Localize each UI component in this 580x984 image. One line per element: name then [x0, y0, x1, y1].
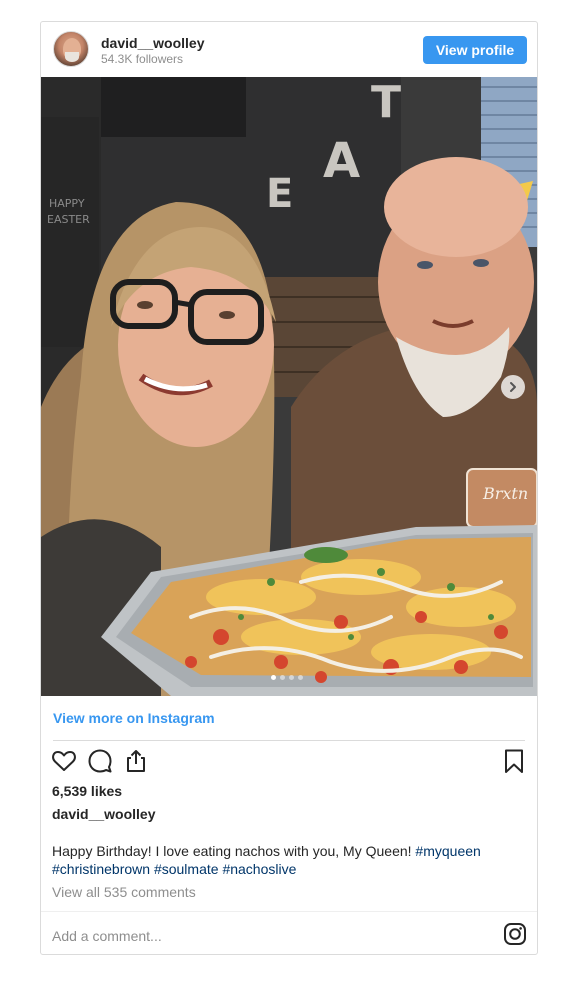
caption-text: Happy Birthday! I love eating nachos wit…: [52, 843, 416, 859]
divider: [53, 740, 525, 741]
username[interactable]: david__woolley: [101, 35, 204, 51]
heart-icon[interactable]: [51, 748, 77, 774]
action-bar: [49, 748, 529, 776]
view-profile-button[interactable]: View profile: [423, 36, 527, 64]
photo-image: E A T HAPPY EASTER Brxtn: [41, 77, 537, 696]
svg-text:Brxtn: Brxtn: [482, 484, 528, 503]
svg-text:T: T: [371, 77, 401, 128]
carousel-dot: [289, 675, 294, 680]
view-comments-link[interactable]: View all 535 comments: [52, 884, 196, 900]
hashtag-link[interactable]: #christinebrown: [52, 861, 150, 877]
next-photo-button[interactable]: [501, 375, 525, 399]
divider: [41, 911, 537, 912]
carousel-dot: [271, 675, 276, 680]
carousel-dot: [298, 675, 303, 680]
svg-text:HAPPY: HAPPY: [49, 197, 85, 210]
followers-count: 54.3K followers: [101, 52, 184, 66]
carousel-dots: [271, 675, 303, 680]
view-more-link[interactable]: View more on Instagram: [53, 710, 215, 726]
svg-text:EASTER: EASTER: [47, 213, 90, 226]
add-comment-input[interactable]: Add a comment...: [52, 928, 162, 944]
post-header: david__woolley 54.3K followers View prof…: [41, 22, 537, 77]
post-photo[interactable]: E A T HAPPY EASTER Brxtn: [41, 77, 537, 696]
avatar[interactable]: [53, 31, 89, 67]
likes-count[interactable]: 6,539 likes: [52, 783, 122, 799]
caption-username[interactable]: david__woolley: [52, 806, 155, 822]
hashtag-link[interactable]: #soulmate: [154, 861, 219, 877]
svg-text:E: E: [266, 171, 293, 217]
comment-icon[interactable]: [87, 748, 113, 774]
caption: Happy Birthday! I love eating nachos wit…: [52, 842, 522, 878]
bookmark-icon[interactable]: [501, 748, 527, 774]
instagram-embed-card: david__woolley 54.3K followers View prof…: [40, 21, 538, 955]
carousel-dot: [280, 675, 285, 680]
svg-text:A: A: [323, 133, 360, 189]
share-icon[interactable]: [123, 748, 149, 774]
instagram-icon[interactable]: [503, 922, 527, 946]
chevron-right-icon: [510, 382, 516, 392]
hashtag-link[interactable]: #myqueen: [415, 843, 480, 859]
hashtag-link[interactable]: #nachoslive: [222, 861, 296, 877]
